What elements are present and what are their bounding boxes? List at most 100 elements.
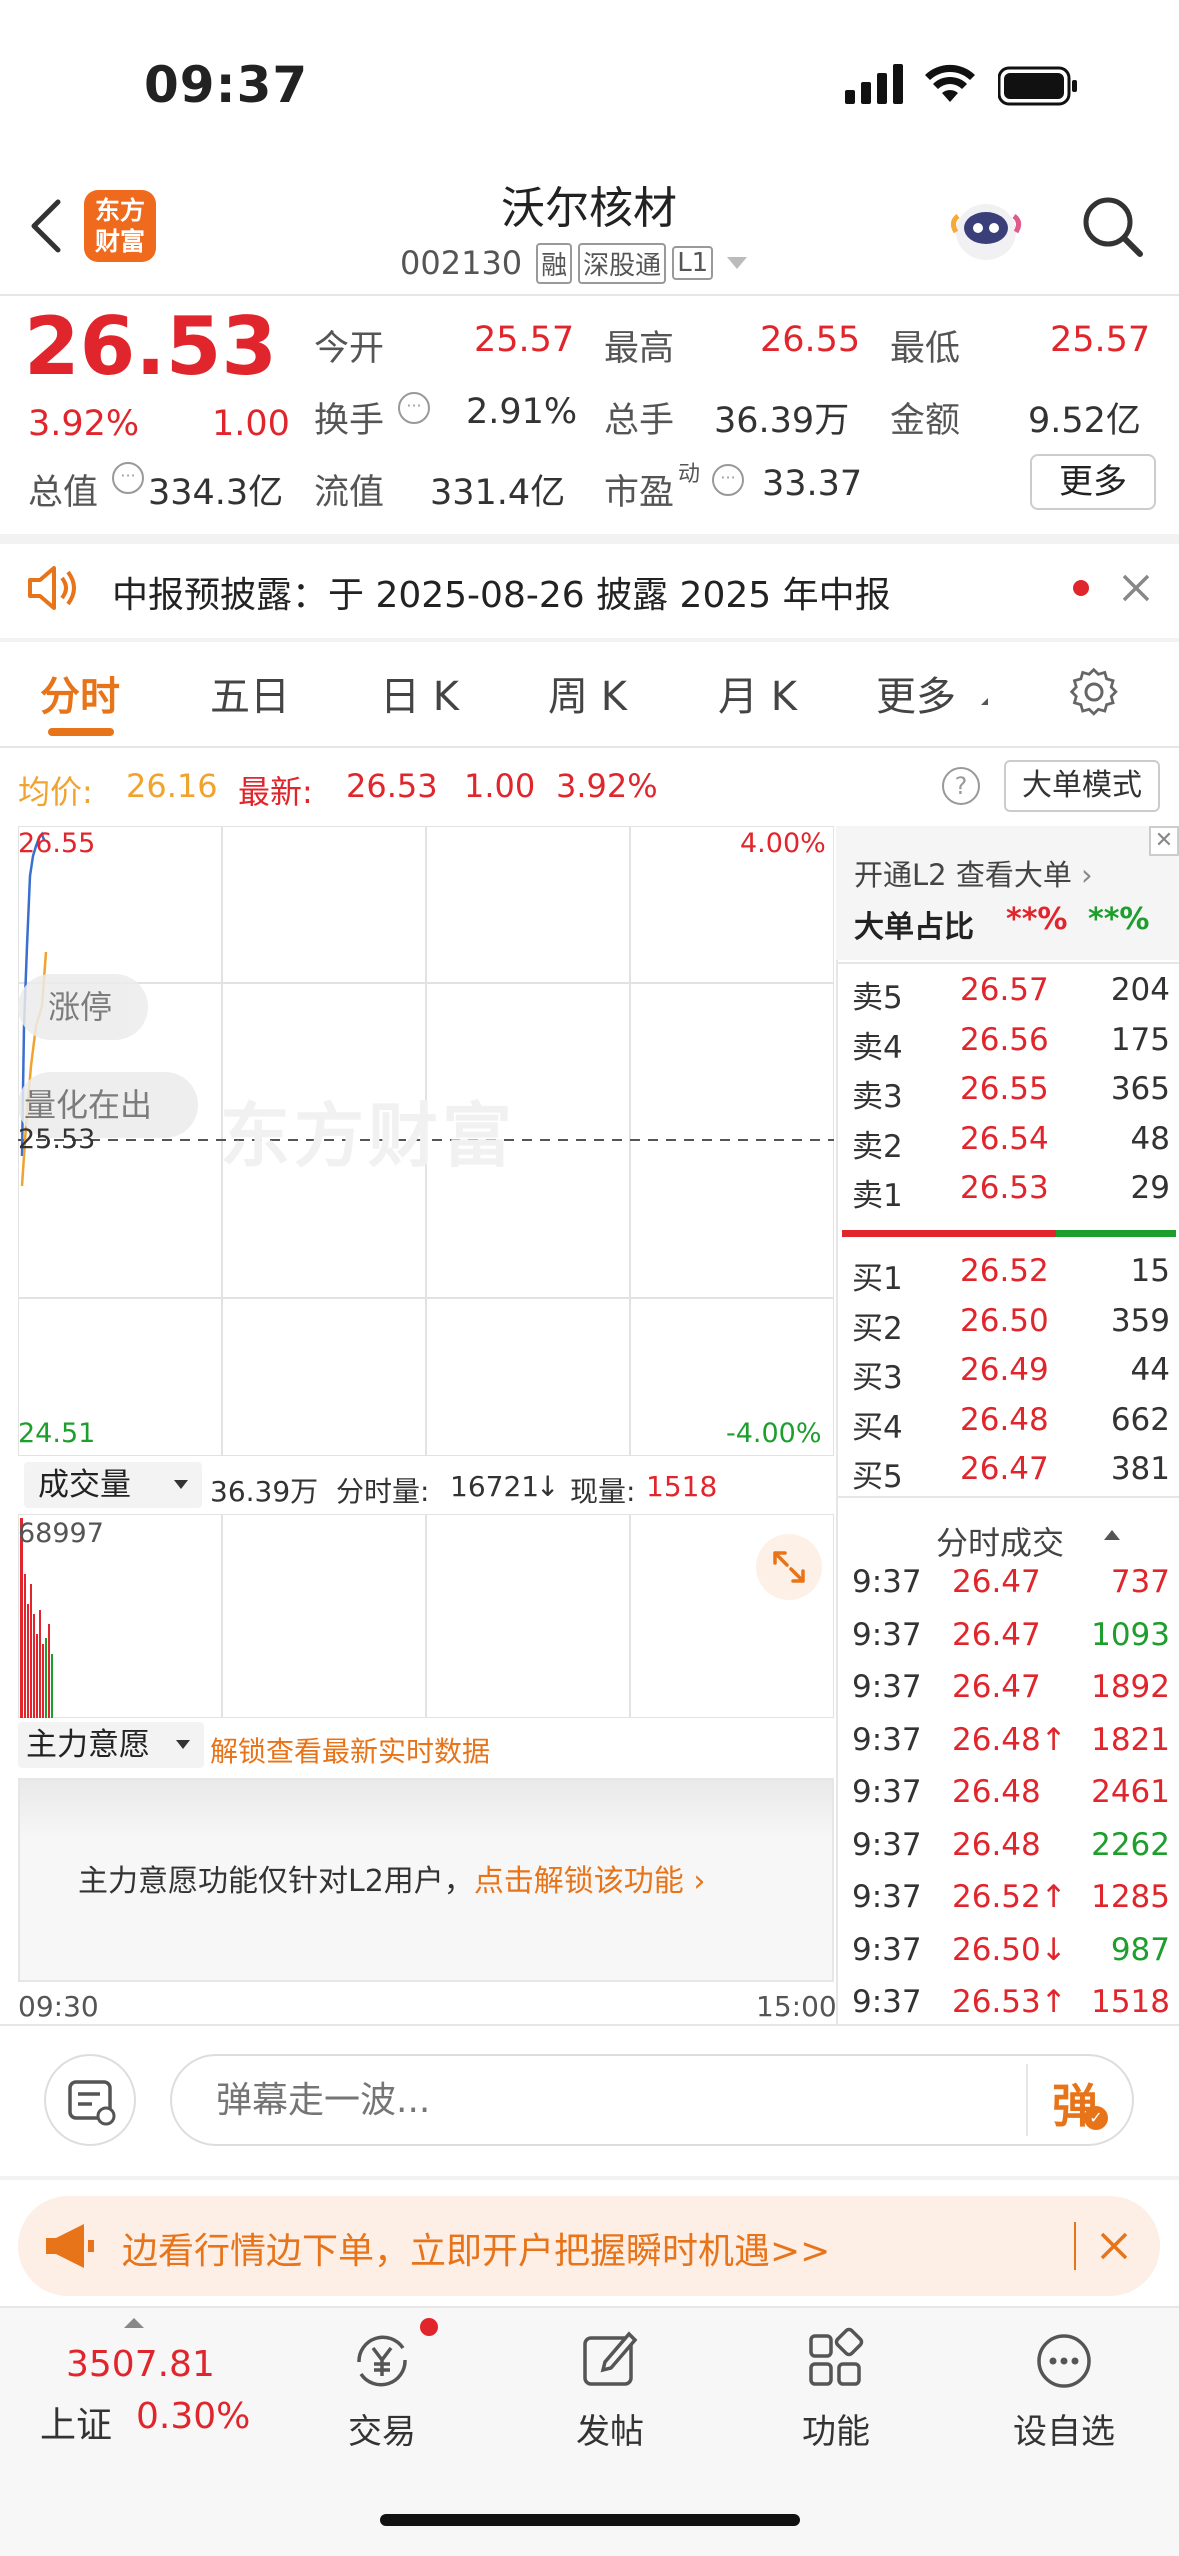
ask-volume: 365	[1110, 1071, 1170, 1107]
index-name[interactable]: 上证	[40, 2396, 112, 2448]
tab-five-day[interactable]: 五日	[210, 664, 290, 722]
trade-row: 9:37 26.50↓ 987	[852, 1932, 1170, 1982]
bid-level: 买1	[852, 1261, 903, 1297]
info-icon[interactable]: ···	[712, 464, 744, 496]
bid-volume: 662	[1110, 1401, 1170, 1438]
big-buy-ratio: **%	[1088, 902, 1150, 937]
big-order-mode-button[interactable]: 大单模式	[1004, 760, 1160, 812]
up-arrow-icon	[124, 2318, 144, 2328]
home-indicator	[380, 2514, 800, 2526]
trade-time: 9:37	[852, 1879, 922, 1915]
trade-price: 26.47	[952, 1616, 1041, 1653]
chart-base-price: 25.53	[18, 1124, 96, 1155]
bid-level: 买3	[852, 1360, 903, 1396]
high-value: 26.55	[760, 320, 861, 360]
volume-selector[interactable]: 成交量	[24, 1462, 202, 1508]
robot-assistant-icon[interactable]	[950, 192, 1022, 266]
account-banner[interactable]: 边看行情边下单，立即开户把握瞬时机遇>>	[18, 2196, 1160, 2296]
open-label: 今开	[314, 329, 385, 369]
more-button[interactable]: 更多	[1030, 454, 1156, 510]
close-icon[interactable]	[1120, 572, 1152, 604]
trade-volume: 1093	[1091, 1616, 1170, 1653]
minute-volume-value: 16721	[450, 1470, 540, 1503]
ask-volume: 204	[1110, 972, 1170, 1008]
latest-change: 1.00	[464, 767, 536, 805]
ask-row[interactable]: 卖4 26.56 175	[852, 1022, 1170, 1070]
bid-row[interactable]: 买2 26.50 359	[852, 1303, 1170, 1351]
l2-promo[interactable]: 开通L2 查看大单 › 大单占比 **% **% ✕	[836, 826, 1179, 960]
tab-daily-k[interactable]: 日 K	[380, 664, 459, 722]
danmu-input-box[interactable]: 弹 ✓	[170, 2054, 1134, 2146]
unlock-link[interactable]: 点击解锁该功能	[474, 1864, 684, 1899]
dropdown-caret-icon	[176, 1740, 190, 1749]
mcap-label: 总值	[28, 473, 99, 513]
index-percent[interactable]: 0.30%	[136, 2396, 250, 2437]
ask-volume: 29	[1130, 1170, 1170, 1206]
trade-price: 26.48	[952, 1826, 1041, 1863]
ask-row[interactable]: 卖1 26.53 29	[852, 1170, 1170, 1218]
stock-code-row[interactable]: 002130 融 深股通 L1	[400, 240, 748, 286]
bid-row[interactable]: 买4 26.48 662	[852, 1402, 1170, 1450]
buy-sell-ratio-bar	[842, 1230, 1176, 1237]
notice-text[interactable]: 中报预披露：于 2025-08-26 披露 2025 年中报	[112, 566, 891, 618]
ask-volume: 48	[1130, 1120, 1170, 1157]
nav-trade[interactable]: 交易	[302, 2316, 462, 2453]
info-icon[interactable]: ···	[398, 392, 430, 424]
ask-row[interactable]: 卖5 26.57 204	[852, 972, 1170, 1020]
trade-price: 26.48↑	[952, 1721, 1067, 1758]
trade-volume: 2262	[1091, 1826, 1170, 1863]
nav-functions[interactable]: 功能	[756, 2316, 916, 2453]
now-volume-label: 现量:	[570, 1475, 636, 1508]
note-icon	[68, 2080, 116, 2126]
megaphone-icon	[46, 2224, 94, 2268]
time-start: 09:30	[18, 1990, 99, 2023]
ask-row[interactable]: 卖2 26.54 48	[852, 1121, 1170, 1169]
now-volume-value: 1518	[646, 1470, 718, 1503]
nav-watchlist[interactable]: 设自选	[984, 2316, 1144, 2453]
nav-post[interactable]: 发帖	[530, 2316, 690, 2453]
close-icon[interactable]	[1098, 2230, 1130, 2262]
bid-row[interactable]: 买1 26.52 15	[852, 1253, 1170, 1301]
l2-link[interactable]: 开通L2 查看大单	[854, 858, 1072, 892]
gear-icon[interactable]	[1068, 666, 1120, 718]
trade-volume: 1892	[1091, 1669, 1170, 1705]
info-icon[interactable]: ···	[112, 462, 144, 494]
volume-chart[interactable]	[18, 1514, 834, 1718]
ask-price: 26.56	[960, 1021, 1049, 1058]
limit-up-pill[interactable]: 涨停	[18, 974, 148, 1040]
index-value[interactable]: 3507.81	[66, 2344, 215, 2385]
mainforce-selector[interactable]: 主力意愿	[18, 1722, 204, 1768]
app-logo[interactable]: 东方 财富	[84, 190, 156, 262]
unread-dot	[1073, 580, 1089, 596]
amount-label: 金额	[890, 401, 961, 441]
stock-name: 沃尔核材	[501, 183, 677, 234]
bid-price: 26.47	[960, 1451, 1049, 1487]
stock-code: 002130	[400, 244, 523, 282]
danmu-input[interactable]	[216, 2074, 976, 2126]
float-label: 流值	[314, 473, 385, 513]
back-icon[interactable]	[26, 198, 66, 254]
trades-title: 分时成交	[936, 1524, 1065, 1562]
trade-price: 26.47	[952, 1669, 1041, 1705]
help-icon[interactable]: ?	[942, 767, 980, 805]
compose-note-button[interactable]	[44, 2054, 136, 2146]
close-icon[interactable]: ✕	[1149, 826, 1179, 856]
search-icon[interactable]	[1080, 194, 1146, 260]
tab-weekly-k[interactable]: 周 K	[548, 664, 627, 722]
open-value: 25.57	[474, 320, 575, 360]
bid-level: 买4	[852, 1409, 903, 1446]
bid-row[interactable]: 买5 26.47 381	[852, 1451, 1170, 1499]
amount-value: 9.52亿	[1028, 401, 1141, 441]
tab-intraday[interactable]: 分时	[40, 664, 120, 722]
sort-up-icon[interactable]	[1104, 1530, 1120, 1540]
unlock-hint[interactable]: 解锁查看最新实时数据	[210, 1730, 490, 1770]
tag-margin: 融	[536, 242, 573, 284]
cellular-signal-icon	[845, 64, 903, 104]
bid-level: 买2	[852, 1310, 903, 1347]
tab-monthly-k[interactable]: 月 K	[718, 664, 797, 722]
bid-row[interactable]: 买3 26.49 44	[852, 1352, 1170, 1400]
tab-more[interactable]: 更多	[876, 664, 956, 722]
ask-row[interactable]: 卖3 26.55 365	[852, 1071, 1170, 1119]
trade-row: 9:37 26.47 1892	[852, 1669, 1170, 1719]
expand-button[interactable]	[756, 1534, 822, 1600]
